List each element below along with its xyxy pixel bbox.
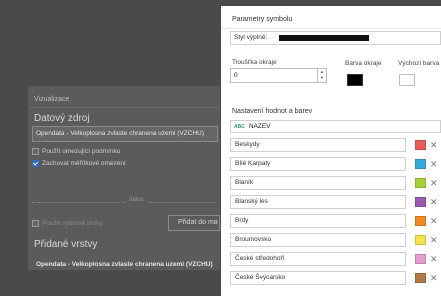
dotted-separator [32,202,216,203]
dialog-title: Parametry symbolu [232,16,293,23]
text-field-icon: ABC [234,124,245,130]
value-name-input[interactable]: Blaník [230,176,406,190]
value-row: Beskydy ✕ [230,138,441,152]
value-name-input[interactable]: Broumovsko [230,233,406,247]
value-color-picker[interactable] [415,178,426,188]
value-row: České středohoří ✕ [230,252,441,266]
fill-style-label: Styl výplně: [234,34,268,41]
separator-label: datos [126,197,147,203]
value-name-input[interactable]: Bílé Karpaty [230,157,406,171]
value-name-input[interactable]: České Švýcarsko [230,271,406,285]
checkbox-box[interactable] [32,220,39,227]
remove-value-icon[interactable]: ✕ [430,195,438,209]
keep-scale-checkbox[interactable]: Zachovat měřítkové omezení [32,160,126,167]
value-row: Broumovsko ✕ [230,233,441,247]
checkbox-label: Zachovat měřítkové omezení [42,160,126,167]
value-color-picker[interactable] [415,140,426,150]
remove-value-icon[interactable]: ✕ [430,233,438,247]
remove-value-icon[interactable]: ✕ [430,252,438,266]
value-color-picker[interactable] [415,273,426,283]
field-name: NAZEV [248,123,271,130]
decrement-icon[interactable]: ▼ [318,75,326,81]
values-section-title: Nastavení hodnot a barev [232,108,313,115]
added-layer-item[interactable]: Opendata - Velkoplosna zvlaste chranena … [36,261,213,268]
stroke-width-label: Tloušťka okraje [232,59,277,66]
add-to-map-button[interactable]: Přidat do ma [168,215,220,231]
value-row: Brdy ✕ [230,214,441,228]
symbol-parameters-dialog: Parametry symbolu Styl výplně: Tloušťka … [221,6,441,296]
remove-value-icon[interactable]: ✕ [430,157,438,171]
stroke-color-label: Barva okraje [345,60,382,67]
data-source-select[interactable]: Opendata - Velkoplosna zvlaste chranena … [32,126,218,142]
value-row: Bílé Karpaty ✕ [230,157,441,171]
stroke-width-value: 0 [234,72,238,79]
visualization-panel: Vizualizace Datový zdroj Opendata - Velk… [28,86,220,270]
value-row: Blaník ✕ [230,176,441,190]
value-color-picker[interactable] [415,159,426,169]
divider [28,107,220,108]
fill-style-select[interactable]: Styl výplně: [230,31,441,45]
remove-value-icon[interactable]: ✕ [430,138,438,152]
remove-value-icon[interactable]: ✕ [430,176,438,190]
checkbox-label: Použít omezující podmínku [42,148,121,155]
default-color-picker[interactable] [399,74,415,86]
field-select[interactable]: ABC NAZEV [230,120,441,133]
checkbox-label: Použít vybrané prvky [42,220,103,227]
value-row: Blanský les ✕ [230,195,441,209]
remove-value-icon[interactable]: ✕ [430,214,438,228]
remove-value-icon[interactable]: ✕ [430,271,438,285]
checkbox-box[interactable] [32,148,39,155]
added-layers-title: Přidané vrstvy [34,239,98,250]
value-name-input[interactable]: Beskydy [230,138,406,152]
use-selected-checkbox[interactable]: Použít vybrané prvky [32,220,103,227]
value-name-input[interactable]: České středohoří [230,252,406,266]
value-name-input[interactable]: Brdy [230,214,406,228]
stroke-color-picker[interactable] [347,74,363,86]
section-label: Vizualizace [34,96,70,103]
divider [221,28,441,29]
default-color-label: Výchozí barva [398,60,440,67]
value-color-picker[interactable] [415,197,426,207]
value-color-picker[interactable] [415,235,426,245]
value-row: České Švýcarsko ✕ [230,271,441,285]
checkbox-box[interactable] [32,160,39,167]
stroke-width-stepper[interactable]: ▲ ▼ [317,69,326,82]
value-name-input[interactable]: Blanský les [230,195,406,209]
value-color-picker[interactable] [415,254,426,264]
data-source-title: Datový zdroj [34,113,90,124]
stroke-width-input[interactable]: 0 ▲ ▼ [230,68,327,83]
fill-style-swatch [279,35,369,41]
value-color-picker[interactable] [415,216,426,226]
use-condition-checkbox[interactable]: Použít omezující podmínku [32,148,120,155]
